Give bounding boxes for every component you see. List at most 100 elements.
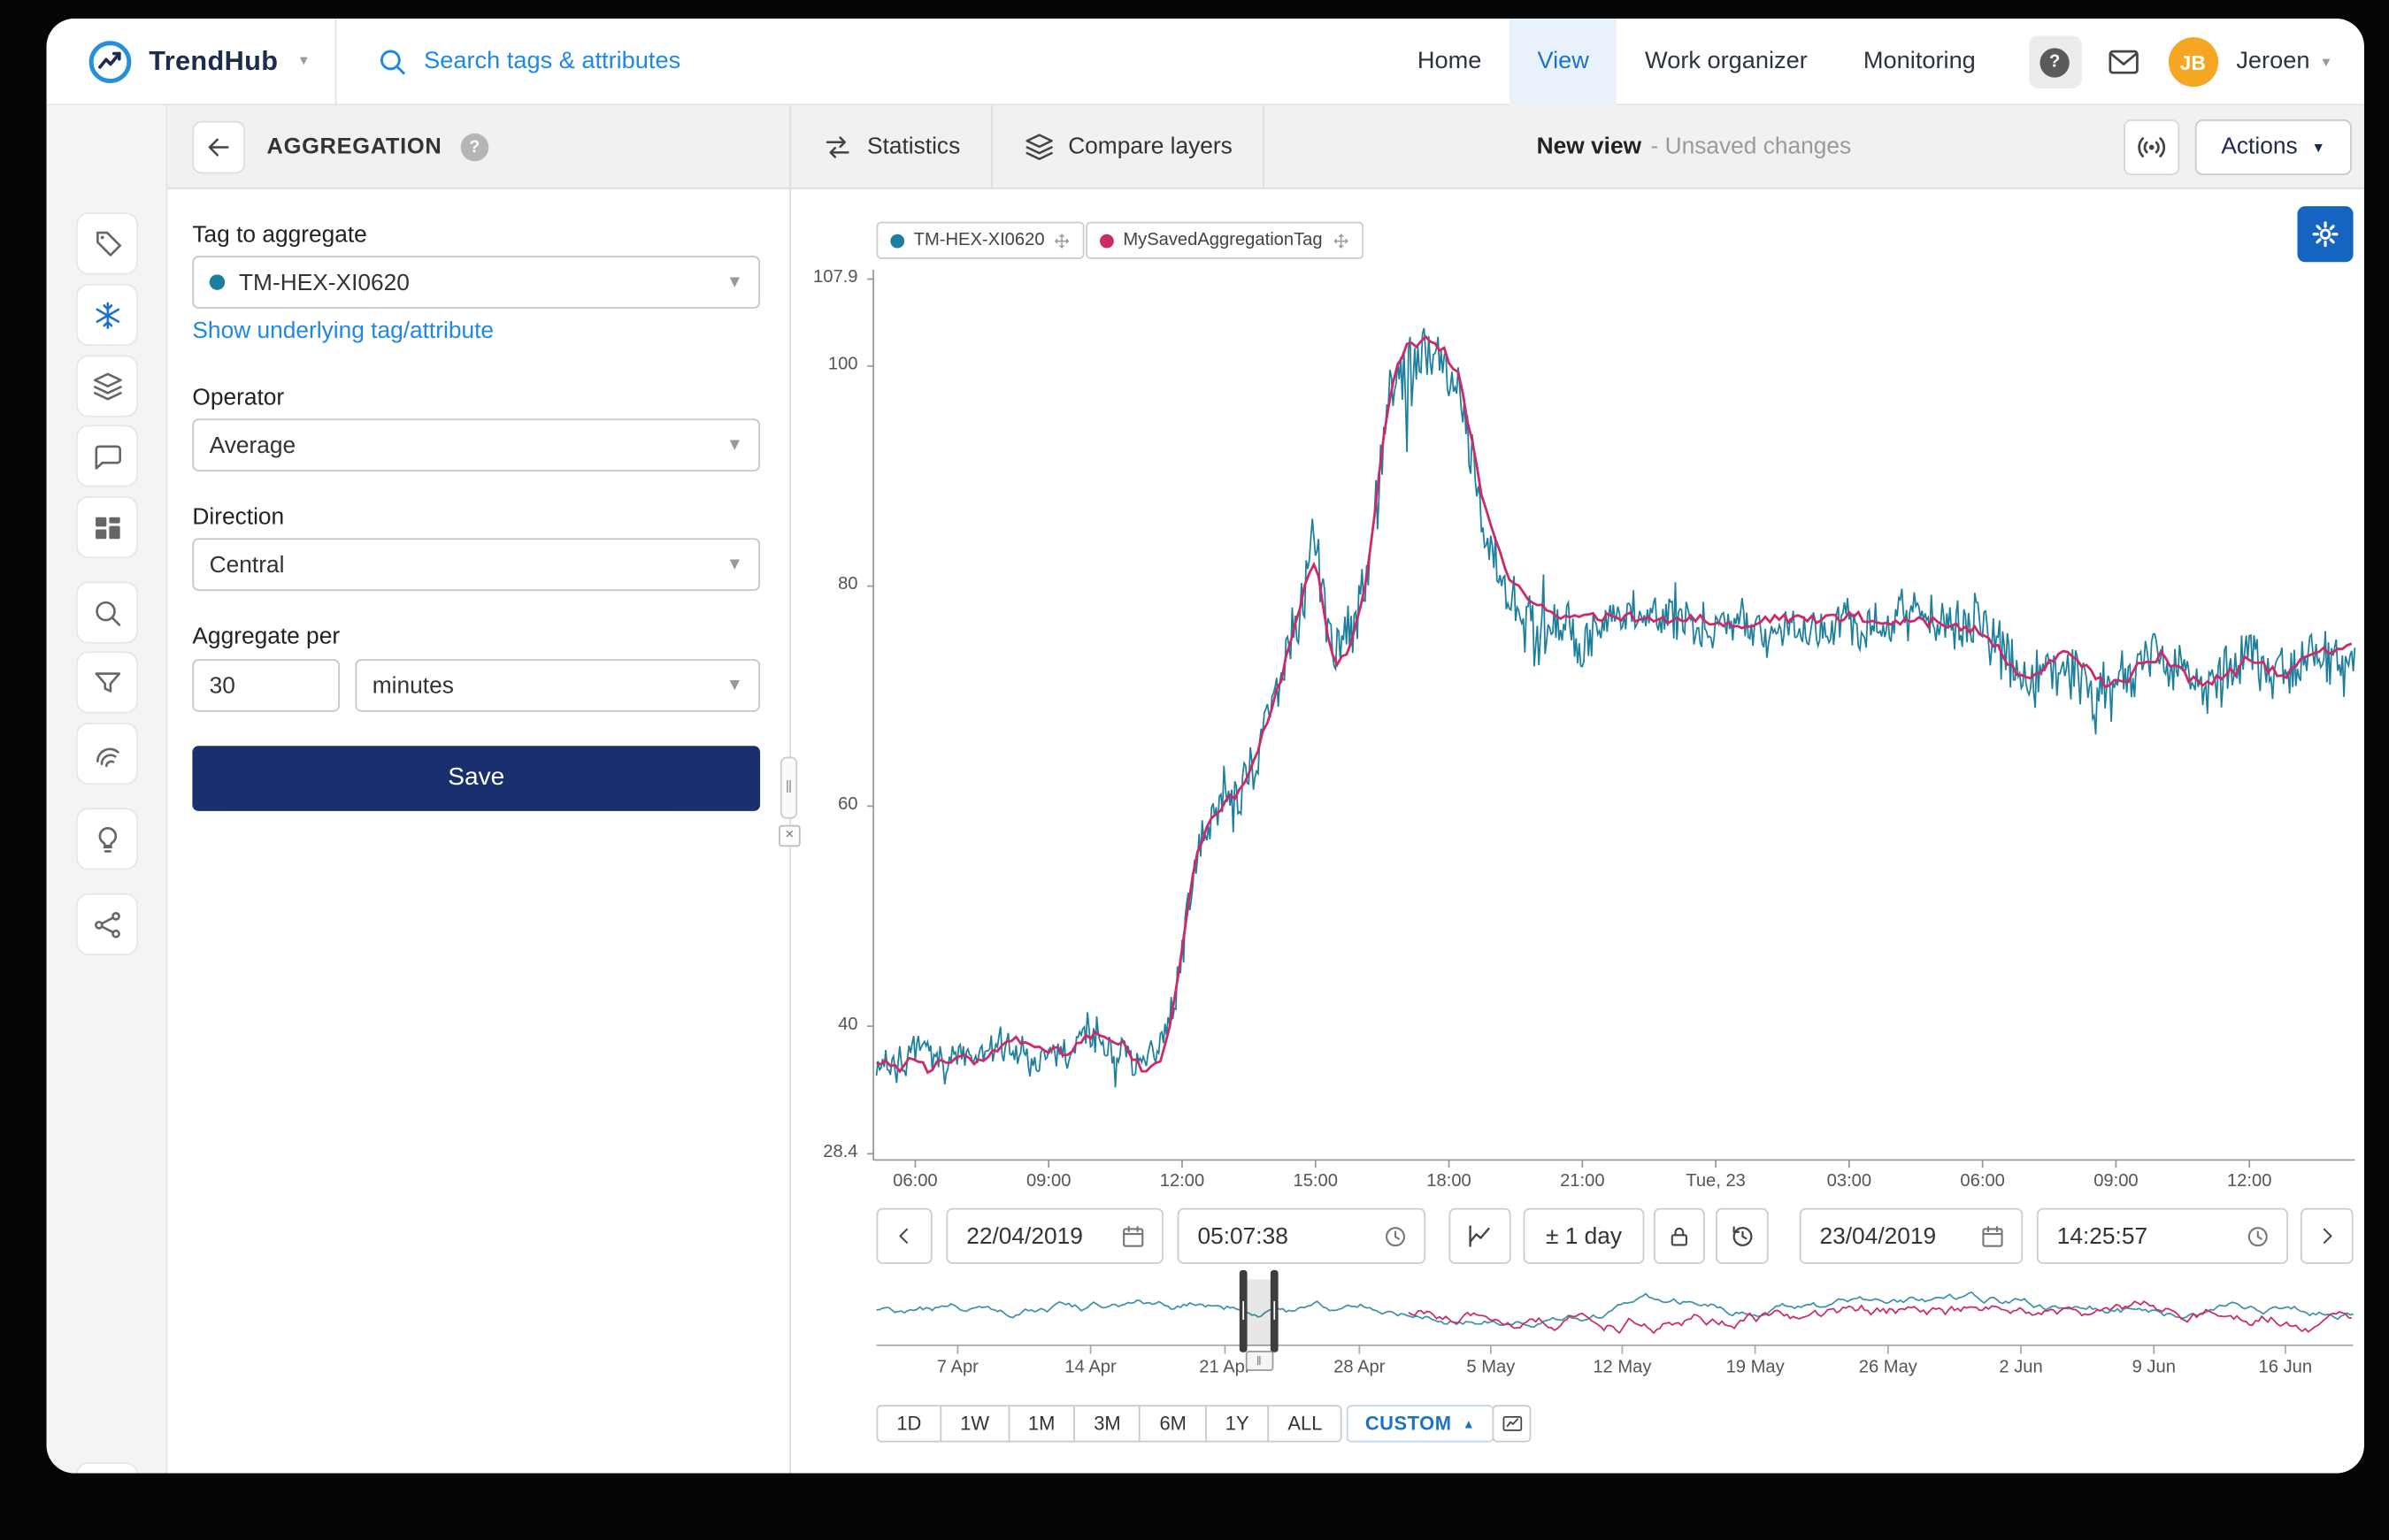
actions-button[interactable]: Actions ▼ [2195,119,2352,174]
context-axis-label: 7 Apr [914,1359,1001,1377]
calendar-icon[interactable] [1120,1222,1147,1249]
range-button-1w[interactable]: 1W [940,1405,1009,1442]
nav-item-home[interactable]: Home [1389,19,1509,105]
rail-comments-button[interactable] [76,425,138,487]
rail-search-button[interactable] [76,581,138,643]
rail-influencers-button[interactable] [76,893,138,955]
start-date-field[interactable]: 22/04/2019 [946,1208,1163,1264]
range-button-1d[interactable]: 1D [877,1405,942,1442]
panel-collapse-button[interactable]: × [779,825,801,847]
help-button[interactable]: ? [2028,35,2081,88]
rail-aggregation-button[interactable] [76,284,138,346]
search-input[interactable] [424,47,842,75]
range-button-6m[interactable]: 6M [1140,1405,1207,1442]
back-button[interactable] [192,120,245,173]
lock-icon [1666,1222,1693,1249]
nav-item-work-organizer[interactable]: Work organizer [1617,19,1835,105]
tab-compare-layers[interactable]: Compare layers [993,105,1264,188]
view-title: New view - Unsaved changes [1264,105,2124,188]
view-toolbar: AGGREGATION ? Statistics Compare layers … [167,105,2364,189]
operator-select[interactable]: Average ▼ [192,418,760,471]
end-time-field[interactable]: 14:25:57 [2037,1208,2288,1264]
tag-select[interactable]: TM-HEX-XI0620 ▼ [192,256,760,309]
context-overview-strip[interactable]: 7 Apr14 Apr21 Apr28 Apr5 May12 May19 May… [877,1279,2354,1345]
chart-view-button[interactable] [1448,1208,1510,1264]
range-button-1m[interactable]: 1M [1008,1405,1075,1442]
brush-handle-left[interactable] [1240,1270,1248,1352]
rail-dashboard-button[interactable] [76,496,138,558]
aggregate-unit-select[interactable]: minutes ▼ [355,659,760,712]
avatar[interactable]: JB [2168,37,2217,87]
messages-button[interactable] [2106,45,2140,80]
custom-range-button[interactable]: CUSTOM ▲ [1347,1405,1494,1442]
rail-tag-button[interactable] [76,212,138,274]
range-button-1y[interactable]: 1Y [1205,1405,1269,1442]
range-button-all[interactable]: ALL [1268,1405,1343,1442]
context-axis-label: 26 May [1845,1359,1932,1377]
tag-color-dot [210,274,226,290]
rail-fingerprint-button[interactable] [76,723,138,785]
trend-line-icon [1465,1222,1494,1251]
aggregate-unit-value: minutes [373,672,454,699]
user-chevron-down-icon[interactable]: ▾ [2322,53,2330,70]
arrow-left-icon [204,131,234,162]
direction-select[interactable]: Central ▼ [192,538,760,591]
aggregation-panel: Tag to aggregate TM-HEX-XI0620 ▼ Show un… [167,189,791,1474]
range-button-3m[interactable]: 3M [1073,1405,1141,1442]
move-icon[interactable] [1054,232,1071,249]
x-axis-label: 12:00 [1133,1172,1232,1191]
end-date-value: 23/04/2019 [1820,1222,1937,1249]
x-axis-label: 09:00 [999,1172,1098,1191]
lock-range-button[interactable] [1654,1208,1705,1264]
panel-help-icon[interactable]: ? [461,133,489,161]
context-axis-label: 5 May [1448,1359,1534,1377]
tab-statistics[interactable]: Statistics [791,105,993,188]
chart-settings-button[interactable] [2297,206,2353,262]
live-broadcast-button[interactable] [2124,119,2179,174]
range-button-group: 1D1W1M3M6M1YALL [877,1405,1343,1442]
context-axis-label: 9 Jun [2110,1359,2197,1377]
clock-icon[interactable] [2245,1222,2271,1249]
stage: TrendHub ▾ Home View Work organizer Moni… [0,0,2389,1540]
brand[interactable]: TrendHub ▾ [47,38,308,85]
rail-layers-button[interactable] [76,355,138,417]
time-step-back-button[interactable] [877,1208,933,1264]
user-name[interactable]: Jeroen [2236,48,2309,76]
context-axis-label: 16 Jun [2242,1359,2329,1377]
custom-range-label: CUSTOM [1365,1413,1452,1435]
brush-handle-right[interactable] [1271,1270,1279,1352]
move-icon[interactable] [1332,232,1348,249]
duration-button[interactable]: ± 1 day [1524,1208,1645,1264]
rail-suggestions-button[interactable] [76,808,138,870]
end-date-field[interactable]: 23/04/2019 [1800,1208,2023,1264]
rail-filter-button[interactable] [76,651,138,713]
gear-icon [2310,218,2341,249]
brand-chevron-down-icon[interactable]: ▾ [300,53,308,70]
show-underlying-link[interactable]: Show underlying tag/attribute [192,318,494,344]
navbar-divider [335,19,337,104]
nav-item-view[interactable]: View [1509,19,1617,105]
operator-select-value: Average [210,432,296,458]
aggregate-value-input[interactable] [192,659,340,712]
nav-item-monitoring[interactable]: Monitoring [1835,19,2003,105]
filter-icon [91,666,124,699]
caret-up-icon: ▲ [1463,1417,1475,1431]
trend-chart-plot[interactable] [861,264,2358,1194]
legend-chip-aggregation[interactable]: MySavedAggregationTag [1086,222,1363,259]
legend-label: MySavedAggregationTag [1123,231,1322,249]
fingerprint-icon [91,738,124,770]
context-mini-chart[interactable] [877,1279,2354,1360]
calendar-icon[interactable] [1979,1222,2006,1249]
brush-drag-grip[interactable]: ‖ [1245,1351,1273,1371]
start-time-field[interactable]: 05:07:38 [1178,1208,1426,1264]
history-button[interactable] [1716,1208,1769,1264]
save-button[interactable]: Save [192,746,760,811]
panel-splitter-handle[interactable]: ‖ [780,757,797,819]
tab-compare-layers-label: Compare layers [1068,134,1233,160]
clock-icon[interactable] [1382,1222,1409,1249]
legend-chip-tag[interactable]: TM-HEX-XI0620 [877,222,1086,259]
time-step-forward-button[interactable] [2301,1208,2354,1264]
reset-zoom-button[interactable] [1493,1405,1532,1442]
rail-settings-button[interactable] [76,1462,138,1473]
operator-label: Operator [192,385,284,411]
